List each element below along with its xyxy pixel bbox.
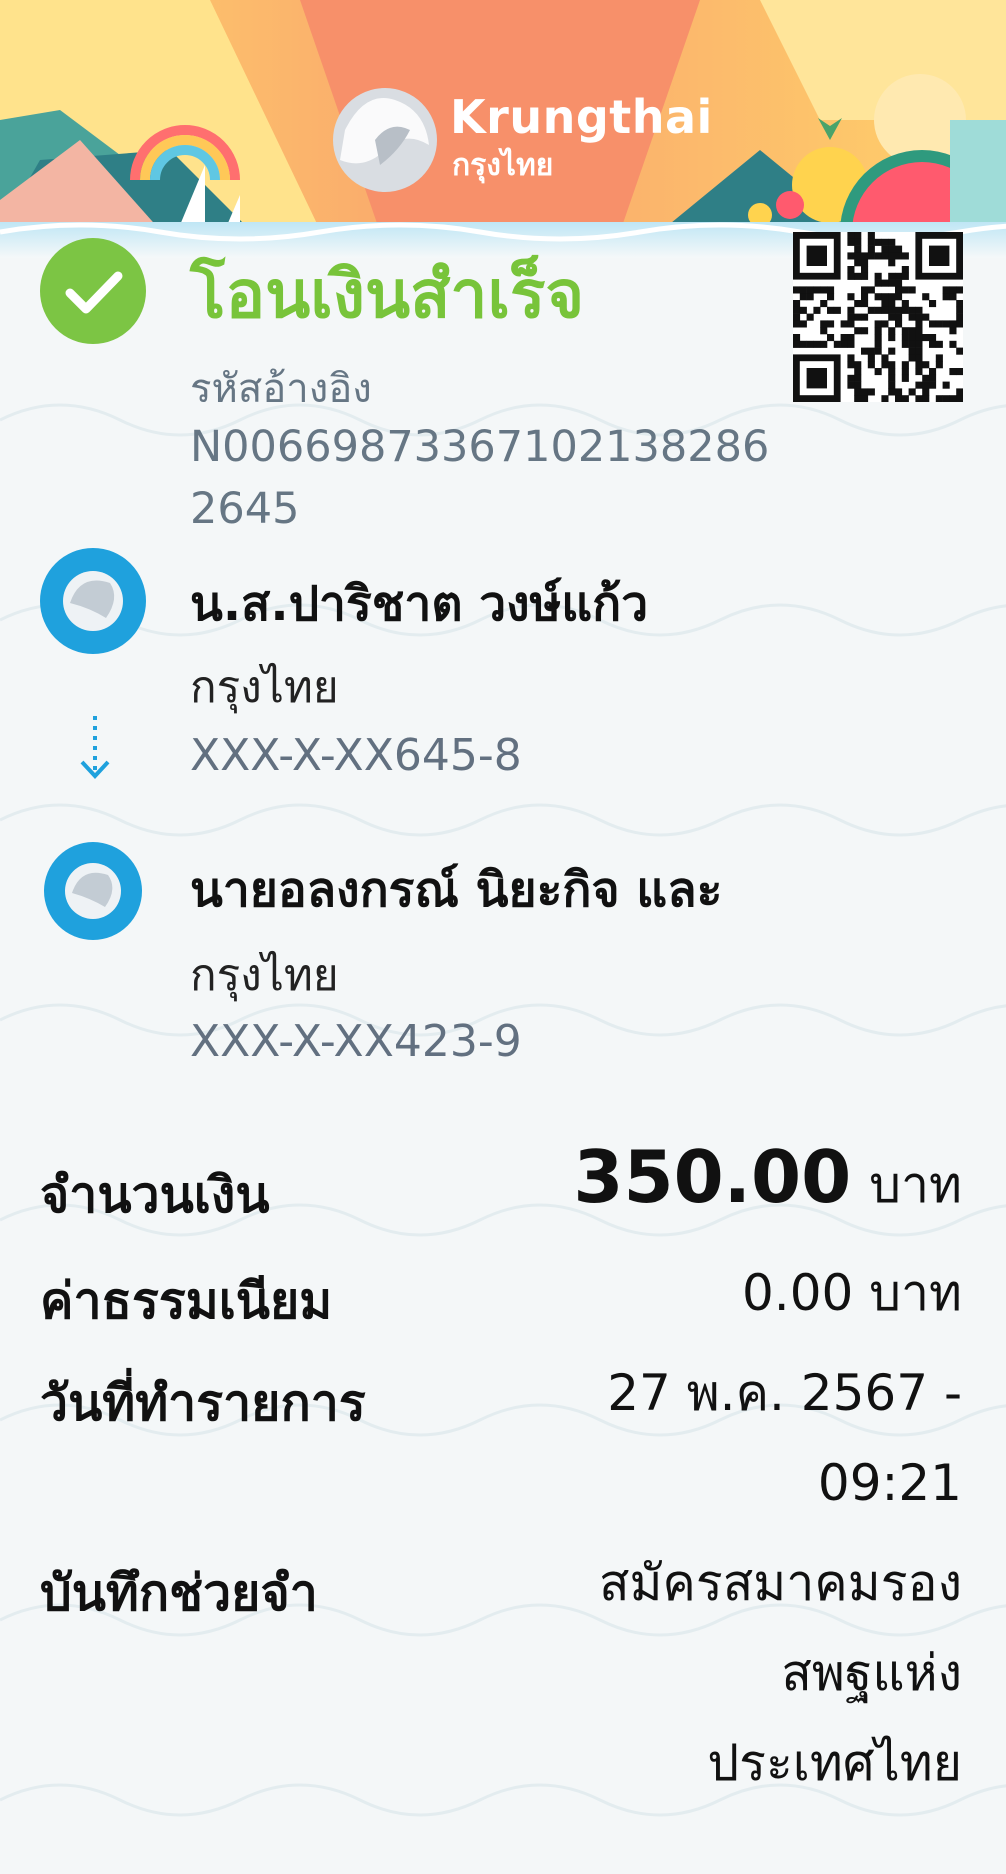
reference-label: รหัสอ้างอิง xyxy=(190,366,372,412)
krungthai-logo-icon xyxy=(40,548,146,654)
memo-line: ประเทศไทย xyxy=(707,1734,962,1792)
fee-label: ค่าธรรมเนียม xyxy=(40,1272,333,1330)
arrow-down-icon xyxy=(72,712,118,782)
memo-label: บันทึกช่วยจำ xyxy=(40,1564,318,1622)
amount-unit: บาท xyxy=(869,1156,962,1214)
time-line: 09:21 xyxy=(817,1454,962,1512)
memo-line: สพฐแห่ง xyxy=(781,1644,962,1702)
fee-value: 0.00 บาท xyxy=(742,1264,962,1322)
amount-label: จำนวนเงิน xyxy=(40,1166,270,1224)
krungthai-logo-icon xyxy=(44,842,142,940)
sender-bank: กรุงไทย xyxy=(190,662,339,713)
date-label: วันที่ทำรายการ xyxy=(40,1374,366,1432)
brand-name-thai: กรุงไทย xyxy=(452,148,554,183)
memo-value: สมัครสมาคมรอง สพฐแห่ง ประเทศไทย xyxy=(599,1538,962,1808)
memo-line: สมัครสมาคมรอง xyxy=(598,1554,962,1612)
check-circle-icon xyxy=(40,238,146,344)
receiver-bank: กรุงไทย xyxy=(190,950,339,1001)
sender-account: XXX-X-XX645-8 xyxy=(190,730,522,781)
amount-value-row: 350.00 บาท xyxy=(573,1132,962,1230)
brand-name-english: Krungthai xyxy=(450,90,713,144)
status-title: โอนเงินสำเร็จ xyxy=(190,256,585,333)
date-value: 27 พ.ค. 2567 - 09:21 xyxy=(607,1348,962,1528)
amount-value: 350.00 xyxy=(573,1135,852,1219)
receiver-name: นายอลงกรณ์ นิยะกิจ และ xyxy=(190,862,723,918)
reference-number: N006698733671021382862645 xyxy=(190,422,770,534)
date-line: 27 พ.ค. 2567 - xyxy=(607,1364,962,1422)
qr-code-icon xyxy=(793,232,964,403)
receiver-account: XXX-X-XX423-9 xyxy=(190,1016,522,1067)
sender-name: น.ส.ปาริชาต วงษ์แก้ว xyxy=(190,576,649,632)
